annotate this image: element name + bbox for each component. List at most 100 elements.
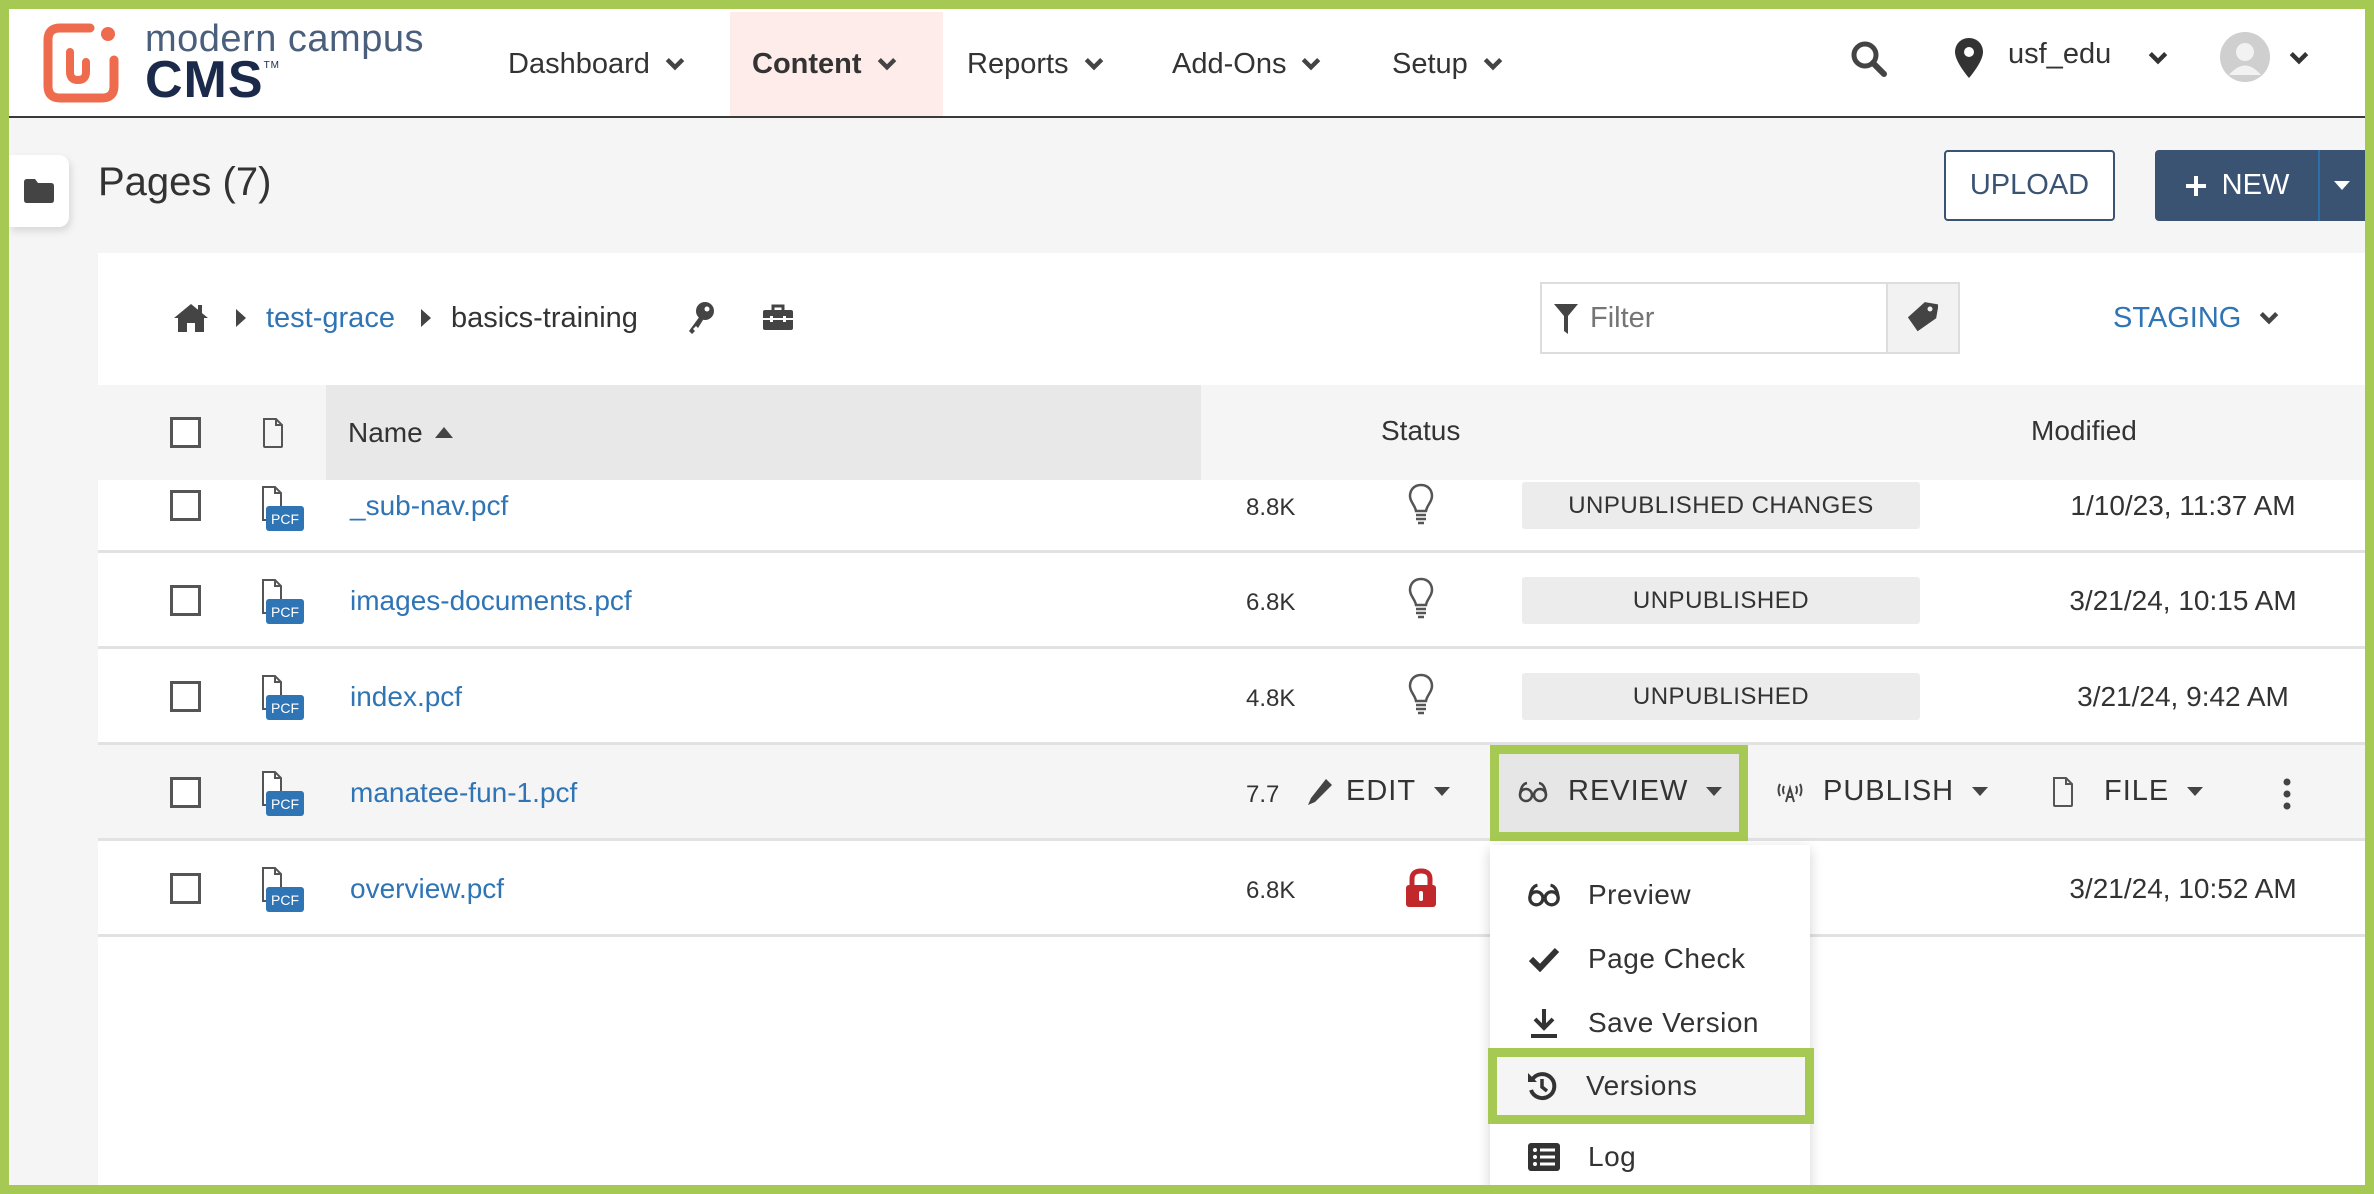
check-icon — [1524, 946, 1564, 972]
table-row[interactable]: PCF manatee-fun-1.pcf 7.7 — [98, 745, 2374, 841]
breadcrumb-item-test-grace[interactable]: test-grace — [266, 302, 395, 335]
select-all-checkbox[interactable] — [170, 417, 201, 448]
modified-date: 3/21/24, 10:15 AM — [2069, 585, 2297, 616]
breadcrumb-separator-icon — [420, 309, 431, 327]
logo-text-cms: CMSTM — [145, 50, 280, 110]
modern-campus-logo[interactable]: modern campus CMSTM — [40, 18, 460, 109]
pencil-icon — [1308, 778, 1332, 805]
environment-selector[interactable]: STAGING — [2113, 296, 2281, 340]
toolbox-icon[interactable] — [762, 304, 794, 332]
menu-item-versions-label: Versions — [1586, 1070, 1698, 1101]
key-icon[interactable] — [686, 301, 716, 335]
new-dropdown-toggle[interactable] — [2320, 150, 2350, 221]
status-badge: UNPUBLISHED CHANGES — [1522, 482, 1920, 529]
download-icon — [1524, 1007, 1564, 1039]
review-action-content[interactable]: REVIEW — [1518, 775, 1723, 808]
logo-mark-icon — [43, 23, 119, 103]
caret-down-icon — [2187, 787, 2204, 796]
logo-trademark: TM — [263, 60, 281, 71]
pcf-file-icon: PCF — [262, 771, 304, 816]
nav-content[interactable]: Content — [730, 12, 943, 116]
nav-setup-label: Setup — [1392, 47, 1468, 80]
status-badge: UNPUBLISHED — [1522, 577, 1920, 624]
chevron-down-icon — [1483, 58, 1503, 71]
home-icon[interactable] — [172, 302, 210, 334]
menu-item-page-check-label: Page Check — [1588, 943, 1746, 974]
lock-icon — [1406, 868, 1436, 907]
menu-item-preview-label: Preview — [1588, 879, 1692, 910]
file-name-link[interactable]: manatee-fun-1.pcf — [350, 777, 577, 809]
menu-item-preview[interactable]: Preview — [1490, 863, 1810, 927]
caret-down-icon — [1972, 787, 1989, 796]
modified-date: 3/21/24, 10:52 AM — [2069, 873, 2297, 904]
menu-item-page-check[interactable]: Page Check — [1490, 927, 1810, 991]
edit-action-button[interactable]: EDIT — [1306, 775, 1451, 808]
pcf-label: PCF — [271, 796, 299, 812]
column-header-status[interactable]: Status — [1381, 415, 1460, 447]
sort-ascending-icon — [434, 427, 453, 438]
file-name-link[interactable]: _sub-nav.pcf — [350, 490, 508, 522]
folder-panel-toggle[interactable] — [9, 155, 69, 227]
file-name-link[interactable]: images-documents.pcf — [350, 585, 632, 617]
menu-item-save-version[interactable]: Save Version — [1490, 991, 1810, 1055]
search-icon[interactable] — [1850, 40, 1888, 78]
broadcast-icon — [1777, 783, 1803, 802]
vertical-more-icon[interactable] — [2282, 778, 2292, 810]
menu-item-log-label: Log — [1588, 1141, 1637, 1172]
chevron-down-icon[interactable] — [2145, 47, 2171, 69]
table-header: Name Status Modified — [98, 385, 2374, 480]
publish-action-button[interactable]: PUBLISH — [1775, 775, 1989, 808]
row-checkbox[interactable] — [170, 873, 201, 904]
table-row[interactable]: PCF overview.pcf 6.8K 3/21/24, 10:52 AM … — [98, 841, 2374, 937]
logo-cms: CMS — [145, 51, 264, 109]
filter-input[interactable] — [1590, 284, 1910, 352]
modified-date: 1/10/23, 11:37 AM — [2070, 490, 2296, 521]
menu-item-log[interactable]: Log — [1490, 1125, 1810, 1189]
new-button[interactable]: NEW — [2155, 150, 2374, 221]
row-checkbox[interactable] — [170, 585, 201, 616]
history-icon — [1522, 1070, 1562, 1102]
user-avatar[interactable] — [2220, 32, 2270, 82]
pcf-file-icon: PCF — [262, 486, 304, 531]
file-action-button[interactable]: FILE — [2052, 775, 2204, 808]
table-row[interactable]: PCF _sub-nav.pcf 8.8K UNPUBLISHED CHANGE… — [98, 480, 2374, 553]
lightbulb-icon — [1408, 577, 1434, 619]
table-row[interactable]: PCF images-documents.pcf 6.8K UNPUBLISHE… — [98, 553, 2374, 649]
lightbulb-icon — [1408, 673, 1434, 715]
location-pin-icon — [1955, 38, 1983, 78]
new-button-main[interactable]: NEW — [2155, 150, 2320, 221]
file-action-label: FILE — [2104, 775, 2170, 807]
column-header-name[interactable]: Name — [326, 385, 1201, 480]
nav-add-ons[interactable]: Add-Ons — [1150, 12, 1344, 116]
file-name-link[interactable]: overview.pcf — [350, 873, 504, 905]
site-selector[interactable]: usf_edu — [2008, 38, 2111, 71]
nav-dashboard[interactable]: Dashboard — [486, 12, 708, 116]
modified-date: 3/21/24, 9:42 AM — [2077, 681, 2289, 712]
status-badge: UNPUBLISHED — [1522, 673, 1920, 720]
folder-icon — [24, 179, 54, 203]
breadcrumb-item-basics-training: basics-training — [450, 301, 638, 334]
menu-item-versions[interactable]: Versions — [1488, 1048, 1814, 1124]
more-options-icon[interactable]: ••• — [2368, 581, 2374, 613]
row-checkbox[interactable] — [170, 490, 201, 521]
list-icon — [1524, 1143, 1564, 1171]
glasses-icon — [1524, 883, 1564, 907]
more-options-icon[interactable]: ••• — [2368, 677, 2374, 709]
nav-reports[interactable]: Reports — [945, 12, 1127, 116]
row-checkbox[interactable] — [170, 777, 201, 808]
file-size: 6.8K — [1246, 589, 1296, 616]
plus-icon — [2185, 175, 2206, 196]
nav-add-ons-label: Add-Ons — [1172, 47, 1287, 80]
tag-filter-button[interactable] — [1886, 284, 1958, 352]
table-row[interactable]: PCF index.pcf 4.8K UNPUBLISHED 3/21/24, … — [98, 649, 2374, 745]
chevron-down-icon — [1302, 58, 1321, 71]
file-name-link[interactable]: index.pcf — [350, 681, 462, 713]
upload-button[interactable]: UPLOAD — [1944, 150, 2115, 221]
nav-setup[interactable]: Setup — [1370, 12, 1526, 116]
more-options-icon[interactable]: ••• — [2368, 486, 2374, 518]
chevron-down-icon[interactable] — [2286, 47, 2312, 69]
publish-action-label: PUBLISH — [1823, 775, 1955, 807]
column-header-modified[interactable]: Modified — [2031, 415, 2137, 447]
row-checkbox[interactable] — [170, 681, 201, 712]
more-options-icon[interactable]: ••• — [2368, 869, 2374, 901]
